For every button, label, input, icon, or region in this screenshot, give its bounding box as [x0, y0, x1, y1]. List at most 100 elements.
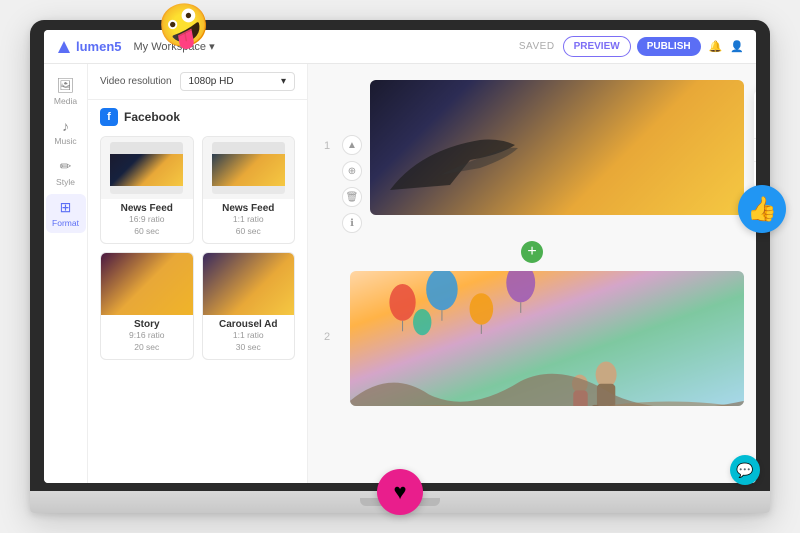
card-thumb-square	[203, 137, 295, 199]
card-title-4: Carousel Ad	[209, 319, 289, 330]
topbar: lumen5 My Workspace ▾ SAVED PREVIEW PUBL…	[44, 30, 756, 64]
context-preview[interactable]: ▶ Preview	[754, 94, 756, 115]
slide-2-image[interactable]	[350, 271, 744, 406]
publish-button[interactable]: PUBLISH	[637, 37, 701, 56]
card-duration-4: 30 sec	[209, 342, 289, 354]
carousel-thumb-bg	[203, 253, 295, 315]
story-thumb-bg	[101, 253, 193, 315]
format-card-news-feed-landscape[interactable]: News Feed 16:9 ratio 60 sec	[100, 136, 194, 244]
card-ratio-4: 1:1 ratio	[209, 330, 289, 342]
format-card-story[interactable]: Story 9:16 ratio 20 sec	[100, 252, 194, 360]
format-label: Format	[52, 218, 79, 228]
slide-number-1: 1	[320, 80, 334, 152]
canvas-area: ⏱ 00:23 ▾ 1 ▲ ⊕	[308, 64, 756, 483]
sidebar-icons: 🖼 Media ♪ Music ✏ Style	[44, 64, 88, 483]
saved-badge: SAVED	[519, 41, 555, 52]
mock-newsfeed-2	[212, 142, 285, 195]
slide-copy-btn[interactable]: ⊕	[342, 161, 362, 181]
card-thumb-story	[101, 253, 193, 315]
media-label: Media	[54, 96, 77, 106]
card-title-1: News Feed	[107, 203, 187, 214]
resolution-select[interactable]: 1080p HD ▾	[180, 72, 295, 91]
balloons-svg	[350, 271, 744, 406]
resolution-value: 1080p HD	[189, 76, 234, 87]
style-icon: ✏	[60, 158, 72, 175]
resolution-bar: Video resolution 1080p HD ▾	[88, 64, 307, 100]
laptop-frame: lumen5 My Workspace ▾ SAVED PREVIEW PUBL…	[30, 20, 770, 513]
mock-newsfeed	[110, 142, 183, 195]
card-title-3: Story	[107, 319, 187, 330]
app-container: lumen5 My Workspace ▾ SAVED PREVIEW PUBL…	[44, 30, 756, 483]
card-ratio-1: 16:9 ratio	[107, 214, 187, 226]
context-separator	[754, 138, 756, 139]
context-more[interactable]: — More options	[754, 164, 756, 185]
laptop-screen: lumen5 My Workspace ▾ SAVED PREVIEW PUBL…	[44, 30, 756, 483]
screen-bezel: lumen5 My Workspace ▾ SAVED PREVIEW PUBL…	[30, 20, 770, 491]
mock-nf-header	[110, 142, 183, 154]
card-duration-1: 60 sec	[107, 226, 187, 238]
format-icon: ⊞	[60, 199, 72, 216]
topbar-icons: 🔔 👤	[709, 40, 744, 53]
card-duration-2: 60 sec	[209, 226, 289, 238]
slide-2-wrap	[350, 271, 744, 406]
slide-up-btn[interactable]: ▲	[342, 135, 362, 155]
slide-1-wrap: ▶ Preview ⊞ Layouts	[370, 80, 744, 215]
style-label: Style	[56, 177, 75, 187]
card-thumb-carousel	[203, 253, 295, 315]
main-content: 🖼 Media ♪ Music ✏ Style	[44, 64, 756, 483]
format-grid: News Feed 16:9 ratio 60 sec	[100, 136, 295, 360]
card-info-4: Carousel Ad 1:1 ratio 30 sec	[203, 315, 295, 359]
emoji-face: 🤪	[154, 0, 214, 55]
slide-info-btn[interactable]: ℹ	[342, 213, 362, 233]
card-duration-3: 20 sec	[107, 342, 187, 354]
bell-icon[interactable]: 🔔	[709, 40, 723, 53]
platform-section: f Facebook	[88, 100, 307, 368]
context-layouts[interactable]: ⊞ Layouts	[754, 115, 756, 136]
format-panel: Video resolution 1080p HD ▾ f Facebook	[88, 64, 308, 483]
slide-1-image[interactable]	[370, 80, 744, 215]
format-card-carousel[interactable]: Carousel Ad 1:1 ratio 30 sec	[202, 252, 296, 360]
card-thumb-landscape	[101, 137, 193, 199]
media-icon: 🖼	[57, 77, 75, 94]
mock-nf-image-2	[212, 154, 285, 187]
airplane-svg	[380, 130, 520, 200]
preview-button[interactable]: PREVIEW	[563, 36, 631, 57]
format-card-news-feed-square[interactable]: News Feed 1:1 ratio 60 sec	[202, 136, 296, 244]
mock-nf-footer	[110, 186, 183, 194]
emoji-heart: ♥	[377, 469, 423, 515]
mock-frame	[101, 137, 193, 199]
music-label: Music	[54, 136, 76, 146]
context-separator-2	[754, 161, 756, 162]
slide-controls-1: ▲ ⊕ 🗑 ℹ	[342, 80, 362, 233]
logo-text: lumen5	[76, 39, 122, 54]
logo-icon	[56, 39, 72, 55]
slide-number-2: 2	[320, 271, 334, 343]
sidebar-item-music[interactable]: ♪ Music	[46, 113, 86, 151]
card-ratio-2: 1:1 ratio	[209, 214, 289, 226]
sidebar-item-style[interactable]: ✏ Style	[46, 153, 86, 192]
platform-header: f Facebook	[100, 108, 295, 126]
slide-delete-btn[interactable]: 🗑	[342, 187, 362, 207]
card-info-3: Story 9:16 ratio 20 sec	[101, 315, 193, 359]
sidebar-item-media[interactable]: 🖼 Media	[46, 72, 86, 111]
music-icon: ♪	[62, 118, 69, 134]
user-icon[interactable]: 👤	[730, 40, 744, 53]
resolution-chevron-icon: ▾	[281, 76, 286, 87]
mock-frame-2	[203, 137, 295, 199]
facebook-icon: f	[100, 108, 118, 126]
speed-row: - 5s +	[754, 141, 756, 159]
card-title-2: News Feed	[209, 203, 289, 214]
emoji-thumbs: 👍	[738, 185, 786, 233]
add-slide-section: +	[320, 237, 744, 267]
mock-nf-image	[110, 154, 183, 187]
mock-nf-header-2	[212, 142, 285, 154]
resolution-label: Video resolution	[100, 76, 172, 87]
sidebar-item-format[interactable]: ⊞ Format	[46, 194, 86, 233]
chat-bubble-button[interactable]: 💬	[730, 455, 756, 483]
card-ratio-3: 9:16 ratio	[107, 330, 187, 342]
mock-nf-footer-2	[212, 186, 285, 194]
card-info-2: News Feed 1:1 ratio 60 sec	[203, 199, 295, 243]
slide-row-2: 2	[320, 271, 744, 406]
add-slide-button[interactable]: +	[521, 241, 543, 263]
slide-row-1: 1 ▲ ⊕ 🗑 ℹ	[320, 80, 744, 233]
